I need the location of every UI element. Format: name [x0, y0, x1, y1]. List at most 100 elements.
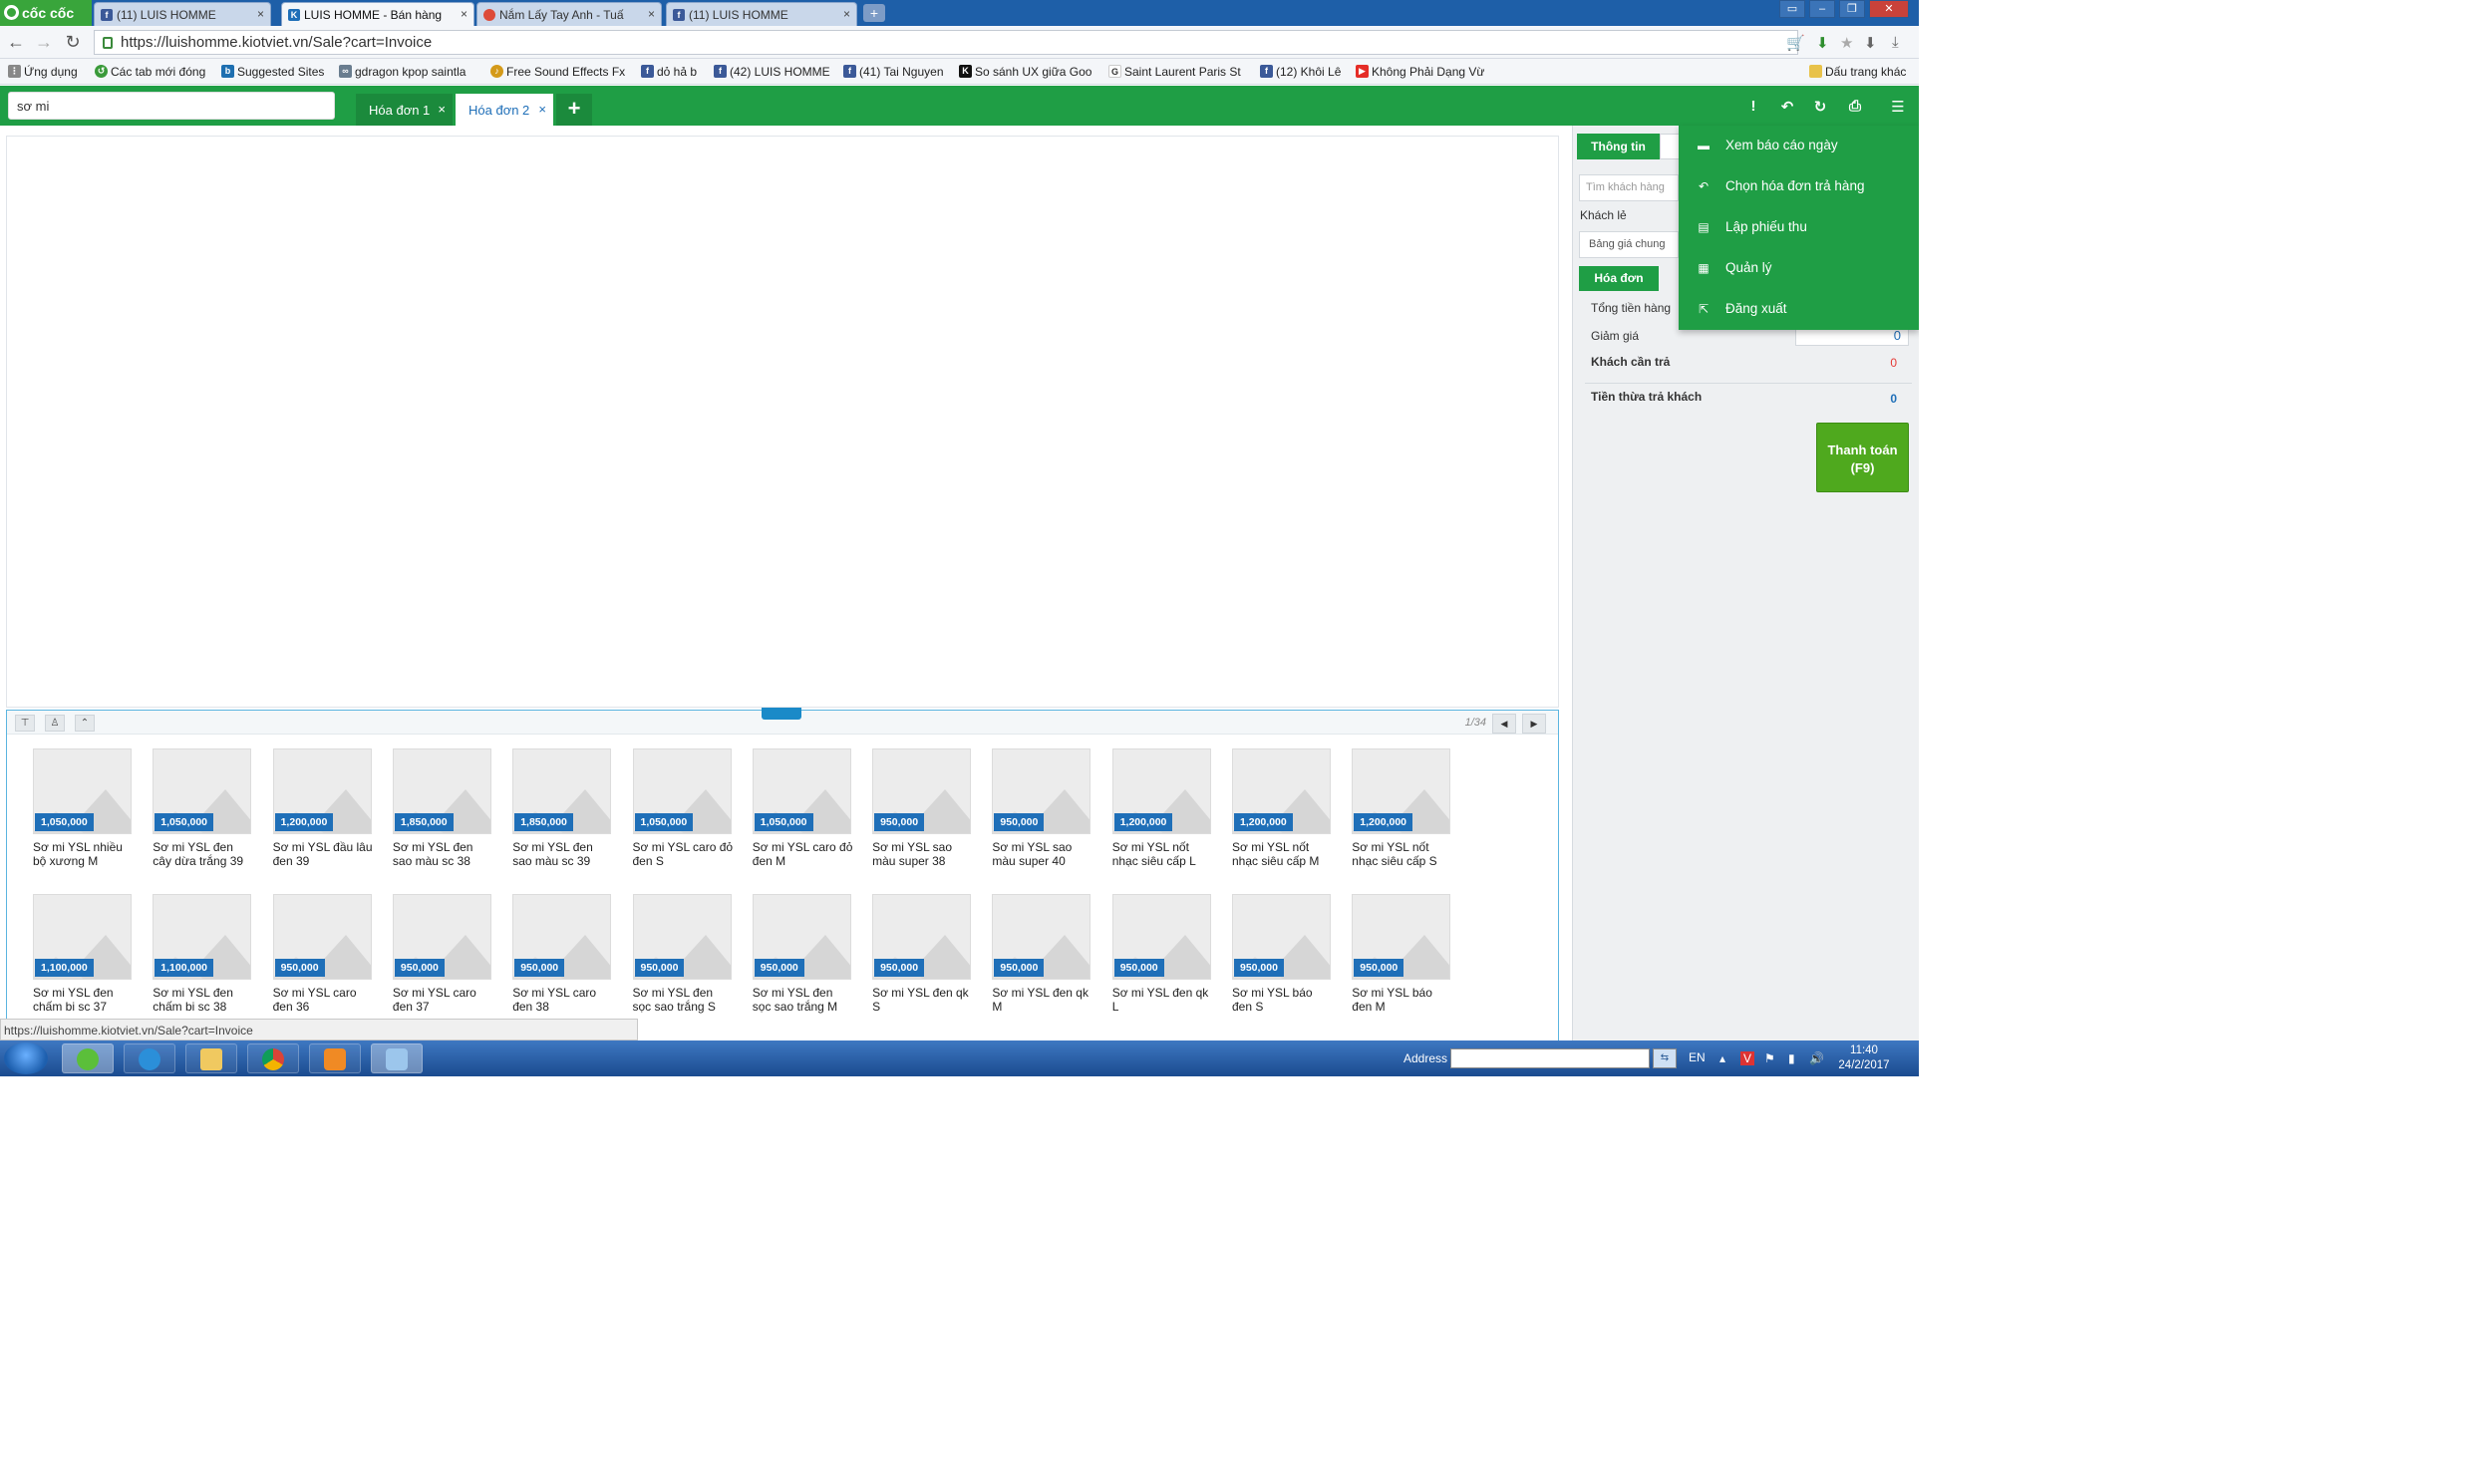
- taskbar-address-input[interactable]: [1450, 1048, 1650, 1068]
- undo-icon[interactable]: ↶: [1779, 98, 1795, 116]
- product-card[interactable]: 950,000 Sơ mi YSL sao màu super 40: [992, 748, 1091, 888]
- tab-secondary[interactable]: [1660, 134, 1680, 159]
- browser-tab-1[interactable]: f (11) LUIS HOMME ×: [94, 2, 271, 26]
- clock[interactable]: 11:40 24/2/2017: [1834, 1043, 1894, 1073]
- other-bookmarks[interactable]: Dấu trang khác: [1809, 65, 1906, 79]
- taskbar-chrome[interactable]: [247, 1043, 299, 1073]
- product-card[interactable]: 1,200,000 Sơ mi YSL nốt nhạc siêu cấp L: [1111, 748, 1212, 888]
- add-invoice-button[interactable]: +: [556, 94, 592, 126]
- taskbar-media[interactable]: [309, 1043, 361, 1073]
- product-card[interactable]: 950,000 Sơ mi YSL đen sọc sao trắng S: [632, 894, 733, 1034]
- product-card[interactable]: 1,100,000 Sơ mi YSL đen chấm bi sc 38: [153, 894, 252, 1034]
- browser-tab-4[interactable]: f (11) LUIS HOMME ×: [666, 2, 857, 26]
- back-icon[interactable]: ←: [6, 32, 26, 53]
- account-icon[interactable]: ▭: [1779, 0, 1805, 18]
- product-card[interactable]: 1,200,000 Sơ mi YSL đầu lâu đen 39: [272, 748, 373, 888]
- browser-tab-3[interactable]: Nắm Lấy Tay Anh - Tuấ ×: [476, 2, 662, 26]
- pricelist-select[interactable]: Bảng giá chung: [1579, 231, 1679, 258]
- menu-item-receipt[interactable]: ▤ Lập phiếu thu: [1679, 207, 1919, 247]
- star-icon[interactable]: ★: [1840, 34, 1853, 52]
- product-card[interactable]: 1,050,000 Sơ mi YSL caro đỏ đen S: [632, 748, 733, 888]
- reload-icon[interactable]: ↻: [63, 32, 83, 53]
- taskbar-ie[interactable]: [124, 1043, 175, 1073]
- product-card[interactable]: 1,050,000 Sơ mi YSL nhiều bộ xương M: [33, 748, 133, 888]
- product-search-input[interactable]: sơ mi: [8, 92, 335, 120]
- print-icon[interactable]: ⎙: [1847, 98, 1863, 115]
- bookmark-item[interactable]: b Suggested Sites: [221, 65, 324, 79]
- product-card[interactable]: 1,050,000 Sơ mi YSL caro đỏ đen M: [752, 748, 852, 888]
- bookmark-item[interactable]: K So sánh UX giữa Goo: [959, 65, 1091, 79]
- coccoc-logo[interactable]: cốc cốc: [0, 0, 92, 26]
- bookmark-item[interactable]: ↺ Các tab mới đóng: [95, 65, 205, 79]
- close-icon[interactable]: ×: [257, 7, 264, 21]
- close-window-button[interactable]: ✕: [1869, 0, 1909, 18]
- language-indicator[interactable]: EN: [1689, 1050, 1706, 1064]
- product-card[interactable]: 1,200,000 Sơ mi YSL nốt nhạc siêu cấp M: [1232, 748, 1332, 888]
- bookmark-item[interactable]: f dỏ hả b: [641, 65, 697, 79]
- menu-item-logout[interactable]: ⇱ Đăng xuất: [1679, 289, 1919, 329]
- product-card[interactable]: 950,000 Sơ mi YSL đen qk S: [872, 894, 972, 1034]
- tab-invoice-1[interactable]: Hóa đơn 1 ×: [356, 94, 453, 126]
- taskbar-explorer[interactable]: [185, 1043, 237, 1073]
- menu-item-return-invoice[interactable]: ↶ Chọn hóa đơn trả hàng: [1679, 166, 1919, 206]
- network-icon[interactable]: ▮: [1788, 1051, 1795, 1065]
- close-icon[interactable]: ×: [438, 102, 446, 117]
- bookmark-item[interactable]: f (41) Tai Nguyen: [843, 65, 944, 79]
- address-bar[interactable]: https://luishomme.kiotviet.vn/Sale?cart=…: [94, 30, 1798, 55]
- download-manager-icon[interactable]: ⤓: [1892, 34, 1899, 51]
- close-icon[interactable]: ×: [648, 7, 655, 21]
- product-card[interactable]: 950,000 Sơ mi YSL caro đen 38: [512, 894, 612, 1034]
- next-page-button[interactable]: ▶: [1522, 714, 1546, 734]
- download-icon[interactable]: ⬇: [1864, 34, 1877, 52]
- bookmark-item[interactable]: ∞ gdragon kpop saintla: [339, 65, 466, 79]
- bookmark-item[interactable]: ♪ Free Sound Effects Fx: [490, 65, 625, 79]
- flag-icon[interactable]: ⚑: [1764, 1051, 1775, 1065]
- alert-icon[interactable]: !: [1745, 98, 1761, 115]
- product-card[interactable]: 1,100,000 Sơ mi YSL đen chấm bi sc 37: [33, 894, 133, 1034]
- tray-expand-icon[interactable]: ▴: [1719, 1051, 1725, 1065]
- product-card[interactable]: 1,850,000 Sơ mi YSL đen sao màu sc 39: [512, 748, 612, 888]
- refresh-icon[interactable]: ↻: [1812, 98, 1828, 116]
- product-card[interactable]: 1,050,000 Sơ mi YSL đen cây dừa trắng 39: [153, 748, 252, 888]
- close-icon[interactable]: ×: [538, 102, 546, 117]
- product-card[interactable]: 950,000 Sơ mi YSL báo đen M: [1352, 894, 1451, 1034]
- taskbar-paint[interactable]: [371, 1043, 423, 1073]
- extension-icon[interactable]: ⬇: [1816, 34, 1829, 52]
- prev-page-button[interactable]: ◀: [1492, 714, 1516, 734]
- filter-icon[interactable]: ♙: [45, 715, 65, 732]
- product-card[interactable]: 950,000 Sơ mi YSL đen qk M: [992, 894, 1091, 1034]
- customer-search-input[interactable]: Tìm khách hàng: [1579, 174, 1679, 201]
- pay-button[interactable]: Thanh toán (F9): [1816, 423, 1909, 492]
- volume-icon[interactable]: 🔊: [1809, 1051, 1824, 1065]
- bookmark-item[interactable]: ▶ Không Phải Dạng Vừ: [1356, 65, 1484, 79]
- browser-tab-2[interactable]: K LUIS HOMME - Bán hàng ×: [281, 2, 474, 26]
- bookmark-item[interactable]: G Saint Laurent Paris St: [1108, 65, 1241, 79]
- product-card[interactable]: 950,000 Sơ mi YSL sao màu super 38: [872, 748, 972, 888]
- product-card[interactable]: 950,000 Sơ mi YSL caro đen 37: [392, 894, 492, 1034]
- address-go-button[interactable]: ⇆: [1653, 1048, 1677, 1068]
- panel-resize-handle[interactable]: [762, 708, 801, 720]
- product-card[interactable]: 950,000 Sơ mi YSL đen sọc sao trắng M: [752, 894, 852, 1034]
- tab-info[interactable]: Thông tin: [1577, 134, 1660, 159]
- start-button[interactable]: [4, 1042, 48, 1074]
- new-tab-button[interactable]: +: [863, 4, 885, 22]
- antivirus-icon[interactable]: V: [1740, 1051, 1755, 1065]
- tab-invoice[interactable]: Hóa đơn: [1579, 266, 1659, 291]
- product-card[interactable]: 1,200,000 Sơ mi YSL nốt nhạc siêu cấp S: [1352, 748, 1451, 888]
- product-card[interactable]: 950,000 Sơ mi YSL báo đen S: [1232, 894, 1332, 1034]
- product-card[interactable]: 950,000 Sơ mi YSL đen qk L: [1111, 894, 1212, 1034]
- menu-item-daily-report[interactable]: ▬ Xem báo cáo ngày: [1679, 126, 1919, 165]
- bookmark-item[interactable]: f (12) Khôi Lê: [1260, 65, 1341, 79]
- close-icon[interactable]: ×: [461, 7, 467, 21]
- bookmark-item[interactable]: ⋮ Ứng dụng: [8, 65, 78, 79]
- category-tree-icon[interactable]: ⊤: [15, 715, 35, 732]
- taskbar-coccoc[interactable]: [62, 1043, 114, 1073]
- close-icon[interactable]: ×: [843, 7, 850, 21]
- product-card[interactable]: 1,850,000 Sơ mi YSL đen sao màu sc 38: [392, 748, 492, 888]
- tab-invoice-2[interactable]: Hóa đơn 2 ×: [456, 94, 553, 126]
- bookmark-item[interactable]: f (42) LUIS HOMME: [714, 65, 830, 79]
- menu-item-manage[interactable]: ▦ Quản lý: [1679, 248, 1919, 288]
- collapse-icon[interactable]: ⌃: [75, 715, 95, 732]
- menu-icon[interactable]: ☰: [1890, 98, 1906, 116]
- minimize-button[interactable]: –: [1809, 0, 1835, 18]
